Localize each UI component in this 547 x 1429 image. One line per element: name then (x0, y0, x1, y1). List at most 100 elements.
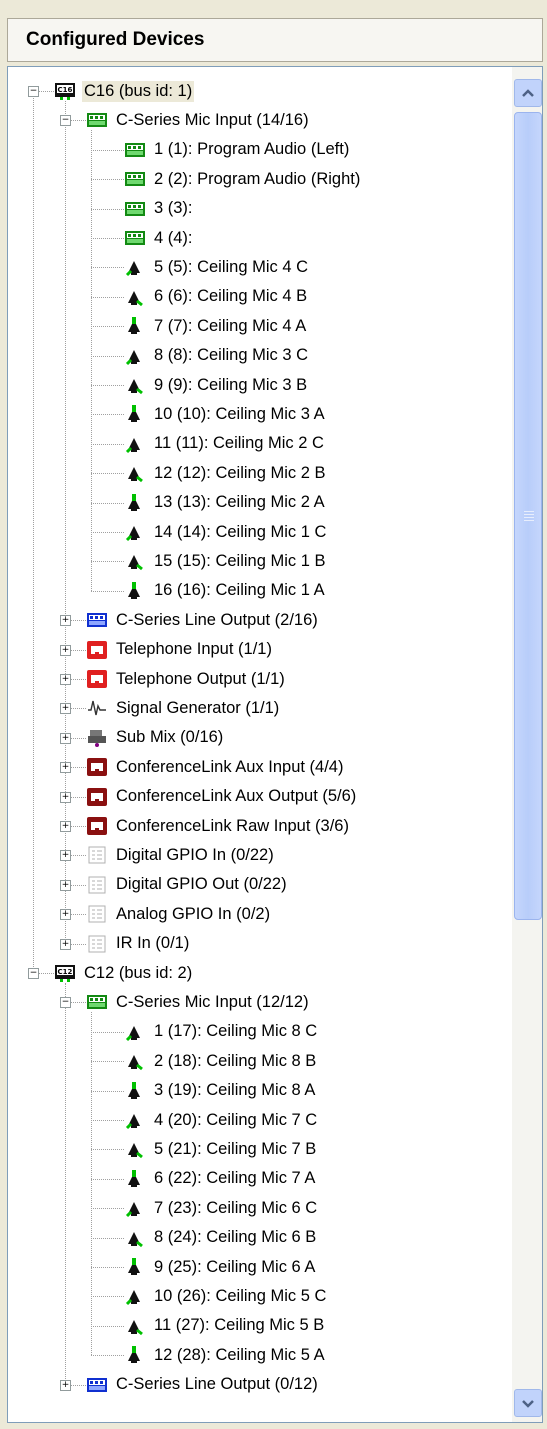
tree-node-label: 12 (12): Ceiling Mic 2 B (154, 463, 326, 482)
collapse-toggle[interactable]: − (60, 997, 71, 1009)
tree-node-label: 4 (20): Ceiling Mic 7 C (154, 1110, 318, 1129)
expand-toggle[interactable]: + (60, 1379, 71, 1391)
tree-node-label: 3 (3): (154, 199, 193, 218)
scroll-thumb[interactable] (514, 112, 542, 920)
tree-node-label: ConferenceLink Aux Input (4/4) (116, 757, 344, 776)
tree-node[interactable]: C-Series Mic Input (12/12) (86, 988, 311, 1016)
tree-node-label: 5 (5): Ceiling Mic 4 C (154, 257, 309, 276)
vertical-scrollbar[interactable] (512, 67, 542, 1422)
expand-toggle[interactable]: + (60, 732, 71, 744)
device-tree-view[interactable]: − C16 C16 (bus id: 1) − C-Series Mic Inpu… (7, 66, 543, 1423)
tree-node[interactable]: Telephone Input (1/1) (86, 636, 274, 664)
tree-node-label: Telephone Output (1/1) (116, 669, 285, 688)
tree-node[interactable]: 11 (11): Ceiling Mic 2 C (124, 430, 326, 458)
tree-node[interactable]: 5 (5): Ceiling Mic 4 C (124, 253, 310, 281)
tree-node[interactable]: 2 (2): Program Audio (Right) (124, 165, 362, 193)
tree-node[interactable]: 9 (9): Ceiling Mic 3 B (124, 371, 309, 399)
tree-connector (91, 149, 124, 151)
tree-node[interactable]: 16 (16): Ceiling Mic 1 A (124, 577, 327, 605)
tree-node[interactable]: 2 (18): Ceiling Mic 8 B (124, 1047, 318, 1075)
tree-node-label: 6 (6): Ceiling Mic 4 B (154, 287, 308, 306)
tree-connector (91, 561, 124, 563)
expand-toggle[interactable]: + (60, 938, 71, 950)
tree-node[interactable]: 7 (23): Ceiling Mic 6 C (124, 1194, 319, 1222)
tree-node[interactable]: C-Series Line Output (2/16) (86, 606, 320, 634)
expand-toggle[interactable]: + (60, 674, 71, 685)
expand-toggle[interactable]: + (60, 791, 71, 803)
expand-toggle[interactable]: + (60, 850, 71, 862)
tree-node[interactable]: 13 (13): Ceiling Mic 2 A (124, 489, 327, 517)
tree-node[interactable]: ConferenceLink Raw Input (3/6) (86, 812, 351, 840)
tree-node[interactable]: 6 (22): Ceiling Mic 7 A (124, 1165, 317, 1193)
tree-node[interactable]: C16 C16 (bus id: 1) (54, 77, 195, 105)
tree-node[interactable]: ConferenceLink Aux Input (4/4) (86, 753, 345, 781)
ceiling-mic-icon (124, 551, 146, 571)
tree-node[interactable]: 12 (12): Ceiling Mic 2 B (124, 459, 328, 487)
scroll-up-button[interactable] (514, 79, 542, 107)
tree-node[interactable]: 12 (28): Ceiling Mic 5 A (124, 1341, 327, 1369)
tree-connector (91, 1012, 92, 1356)
tree-node[interactable]: Analog GPIO In (0/2) (86, 900, 272, 928)
tree-connector (91, 443, 124, 445)
tree-node[interactable]: 3 (3): (124, 195, 195, 223)
tree-node[interactable]: 4 (4): (124, 224, 195, 252)
tree-node-label: 9 (9): Ceiling Mic 3 B (154, 375, 308, 394)
expand-toggle[interactable]: + (60, 821, 71, 832)
tree-node[interactable]: Signal Generator (1/1) (86, 694, 281, 722)
tree-node[interactable]: IR In (0/1) (86, 930, 191, 958)
tree-connector (65, 101, 66, 944)
tree-connector (91, 179, 124, 181)
conferencelink-icon (86, 787, 108, 807)
tree-node[interactable]: ConferenceLink Aux Output (5/6) (86, 783, 358, 811)
tree-node[interactable]: 8 (24): Ceiling Mic 6 B (124, 1224, 318, 1252)
tree-connector (91, 1208, 124, 1210)
tree-node[interactable]: 1 (1): Program Audio (Left) (124, 136, 351, 164)
tree-node[interactable]: 6 (6): Ceiling Mic 4 B (124, 283, 309, 311)
ceiling-mic-icon (124, 1110, 146, 1130)
tree-node[interactable]: 3 (19): Ceiling Mic 8 A (124, 1077, 317, 1105)
tree-connector (91, 1090, 124, 1092)
tree-node[interactable]: 1 (17): Ceiling Mic 8 C (124, 1018, 319, 1046)
tree-node[interactable]: C-Series Line Output (0/12) (86, 1371, 320, 1399)
tree-node[interactable]: 10 (26): Ceiling Mic 5 C (124, 1282, 328, 1310)
tree-connector (91, 1061, 124, 1063)
tree-node[interactable]: 5 (21): Ceiling Mic 7 B (124, 1135, 318, 1163)
tree-node-label: 7 (7): Ceiling Mic 4 A (154, 316, 307, 335)
tree-node[interactable]: 15 (15): Ceiling Mic 1 B (124, 547, 328, 575)
expand-toggle[interactable]: + (60, 879, 71, 891)
collapse-toggle[interactable]: − (60, 115, 71, 127)
tree-node[interactable]: Sub Mix (0/16) (86, 724, 225, 752)
expand-toggle[interactable]: + (60, 909, 71, 921)
tree-node[interactable]: Digital GPIO Out (0/22) (86, 871, 289, 899)
ceiling-mic-icon (124, 1022, 146, 1042)
tree-node-label: 16 (16): Ceiling Mic 1 A (154, 581, 325, 600)
expand-toggle[interactable]: + (60, 615, 71, 627)
expand-toggle[interactable]: + (60, 703, 71, 715)
tree-node[interactable]: 11 (27): Ceiling Mic 5 B (124, 1312, 326, 1340)
tree-node-label: ConferenceLink Raw Input (3/6) (116, 816, 349, 835)
tree-node[interactable]: 14 (14): Ceiling Mic 1 C (124, 518, 328, 546)
mic-input-channel-icon (124, 228, 146, 248)
tree-node[interactable]: C12 C12 (bus id: 2) (54, 959, 194, 987)
tree-node[interactable]: 7 (7): Ceiling Mic 4 A (124, 312, 308, 340)
tree-node[interactable]: 8 (8): Ceiling Mic 3 C (124, 342, 310, 370)
ceiling-mic-icon (124, 522, 146, 542)
tree-node[interactable]: 4 (20): Ceiling Mic 7 C (124, 1106, 319, 1134)
line-output-icon (86, 610, 108, 630)
collapse-toggle[interactable]: − (28, 86, 39, 97)
tree-node[interactable]: Digital GPIO In (0/22) (86, 841, 276, 869)
scroll-down-button[interactable] (514, 1389, 542, 1417)
collapse-toggle[interactable]: − (28, 968, 39, 979)
tree-node[interactable]: 10 (10): Ceiling Mic 3 A (124, 400, 327, 428)
tree-node-label: Digital GPIO Out (0/22) (116, 875, 287, 894)
svg-text:C16: C16 (58, 86, 73, 94)
tree-node[interactable]: 9 (25): Ceiling Mic 6 A (124, 1253, 317, 1281)
tree-connector (91, 502, 124, 504)
expand-toggle[interactable]: + (60, 762, 71, 774)
ceiling-mic-icon (124, 375, 146, 395)
expand-toggle[interactable]: + (60, 644, 71, 656)
tree-node[interactable]: C-Series Mic Input (14/16) (86, 106, 311, 134)
tree-node[interactable]: Telephone Output (1/1) (86, 665, 287, 693)
tree-node-label: 9 (25): Ceiling Mic 6 A (154, 1257, 316, 1276)
tree-node-label: C-Series Line Output (0/12) (116, 1375, 318, 1394)
